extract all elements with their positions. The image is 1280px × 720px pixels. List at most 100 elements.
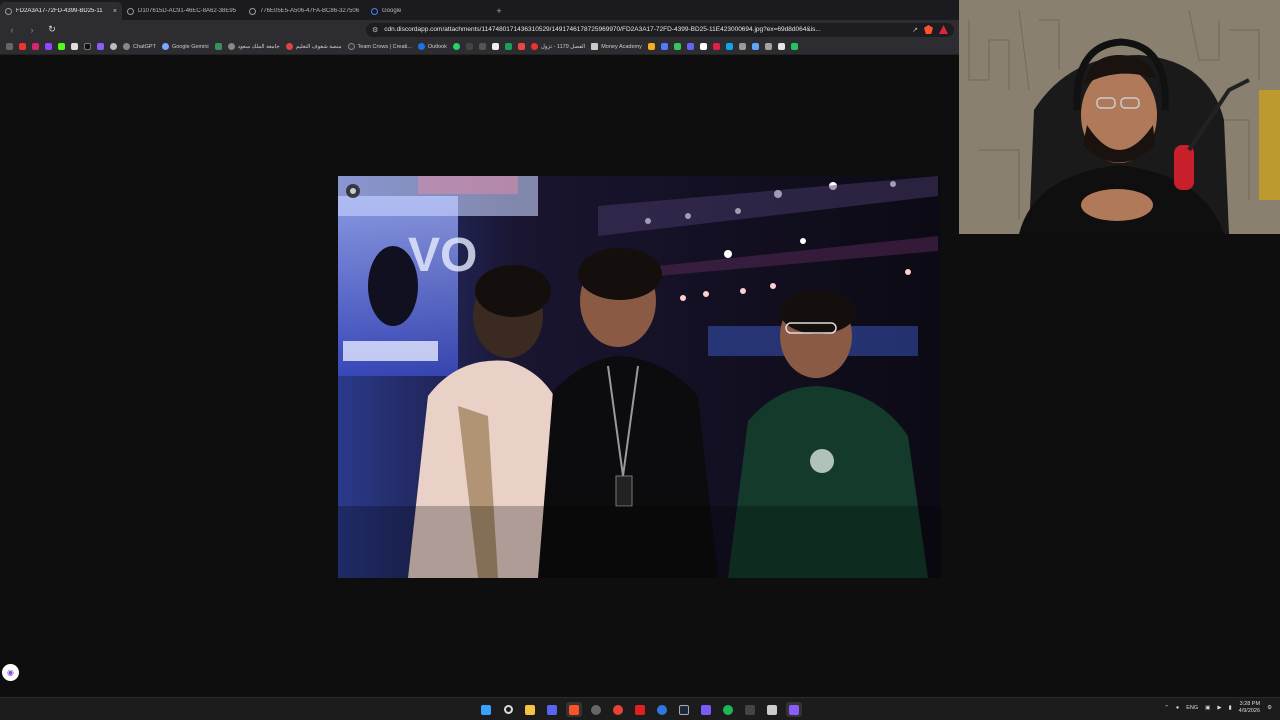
notification-icon[interactable]: ⚙ <box>1267 705 1272 711</box>
apps-grid-icon[interactable] <box>6 43 13 50</box>
brave-rewards-icon[interactable] <box>939 25 948 34</box>
bookmark-icon[interactable] <box>764 43 772 50</box>
instagram-icon[interactable] <box>32 43 39 50</box>
crows-icon <box>347 43 355 50</box>
tab-google[interactable]: Google <box>366 2 488 20</box>
site-info-icon[interactable]: ⚙ <box>372 26 378 34</box>
google-icon <box>371 7 378 15</box>
brave-shields-icon[interactable] <box>924 25 933 34</box>
chevron-up-icon[interactable]: ⌃ <box>1164 705 1169 711</box>
bookmark-outlook[interactable]: Outlook <box>417 43 447 50</box>
volume-icon[interactable]: ▶ <box>1217 705 1221 711</box>
extension-bubble-icon[interactable]: ◉ <box>2 664 19 681</box>
bookmark-icon[interactable] <box>738 43 746 50</box>
tab-title: 776E05E5-A506-47FA-BC86-327506 <box>260 8 360 14</box>
address-bar[interactable]: ⚙ cdn.discordapp.com/attachments/1147480… <box>366 22 954 37</box>
system-tray: ⌃ ● ENG ▣ ▶ ▮ 3:28 PM 4/9/2026 ⚙ <box>1164 701 1272 715</box>
new-tab-button[interactable]: + <box>492 2 506 20</box>
spotify-icon[interactable] <box>720 702 736 717</box>
page-viewport: VO ◉ <box>0 55 960 697</box>
bookmarks-bar: ChatGPT Google Gemini جامعة الملك سعود م… <box>0 39 960 55</box>
viewed-image[interactable]: VO <box>338 176 941 578</box>
bookmark-money-academy[interactable]: Money Academy <box>591 43 642 50</box>
clock-date: 4/9/2026 <box>1238 708 1261 714</box>
start-icon[interactable] <box>478 702 494 717</box>
kick-icon[interactable] <box>58 43 65 50</box>
bookmark-label: Outlook <box>427 43 447 50</box>
bookmark-icon[interactable] <box>97 43 104 50</box>
webcam-overlay <box>959 0 1280 234</box>
bookmark-class[interactable]: الفصل 1179 - تزول <box>530 43 585 50</box>
app-icon[interactable] <box>654 702 670 717</box>
whatsapp-icon[interactable] <box>452 43 460 50</box>
tab-strip: FD2A3A17-72FD-4399-BD25-11 × D107615D-AC… <box>0 0 960 20</box>
app-icon[interactable] <box>698 702 714 717</box>
media-app-icon[interactable] <box>632 702 648 717</box>
network-icon[interactable]: ▣ <box>1205 705 1210 711</box>
clock-time: 3:28 PM <box>1239 701 1261 707</box>
app-icon[interactable] <box>742 702 758 717</box>
github-icon[interactable] <box>110 43 117 50</box>
bookmark-chatgpt[interactable]: ChatGPT <box>123 43 156 50</box>
search-icon[interactable] <box>500 702 516 717</box>
tab-title: Google <box>382 8 402 14</box>
app-icon[interactable] <box>786 702 802 717</box>
globe-icon <box>5 7 12 15</box>
steam-icon[interactable] <box>676 702 692 717</box>
brave-icon[interactable] <box>566 702 582 717</box>
bookmark-icon[interactable] <box>517 43 525 50</box>
file-explorer-icon[interactable] <box>522 702 538 717</box>
bookmark-icon[interactable] <box>478 43 486 50</box>
bookmark-icon[interactable] <box>673 43 681 50</box>
bookmark-icon[interactable] <box>504 43 512 50</box>
folder-icon <box>591 43 599 50</box>
globe-icon <box>127 7 134 15</box>
obs-icon[interactable] <box>588 702 604 717</box>
battery-icon[interactable]: ▮ <box>1229 705 1232 711</box>
bookmark-icon[interactable] <box>491 43 499 50</box>
gemini-icon <box>161 43 169 50</box>
bookmark-ksu[interactable]: جامعة الملك سعود <box>227 43 280 50</box>
tab-title: D107615D-AC91-46EC-8A62-38E95 <box>138 8 237 14</box>
tab-image-1[interactable]: FD2A3A17-72FD-4399-BD25-11 × <box>0 2 122 20</box>
forward-icon[interactable]: › <box>26 24 38 36</box>
url-text[interactable]: cdn.discordapp.com/attachments/114748017… <box>384 26 906 33</box>
bookmark-shaghoof[interactable]: منصة شغوف التعليم <box>285 43 342 50</box>
app-icon[interactable] <box>764 702 780 717</box>
bookmark-icon[interactable] <box>686 43 694 50</box>
bookmark-icon[interactable] <box>725 43 733 50</box>
bookmark-label: ChatGPT <box>133 43 156 50</box>
x-icon[interactable] <box>71 43 78 50</box>
microphone-icon[interactable]: ● <box>1176 705 1179 711</box>
bookmark-icon[interactable] <box>214 43 222 50</box>
bookmark-icon[interactable] <box>699 43 707 50</box>
bookmark-gemini[interactable]: Google Gemini <box>161 43 209 50</box>
event-photo: VO <box>338 176 941 578</box>
language-indicator[interactable]: ENG <box>1186 705 1198 711</box>
tab-image-2[interactable]: D107615D-AC91-46EC-8A62-38E95 <box>122 2 244 20</box>
bookmark-icon[interactable] <box>790 43 798 50</box>
bookmark-icon[interactable] <box>712 43 720 50</box>
tab-image-3[interactable]: 776E05E5-A506-47FA-BC86-327506 <box>244 2 366 20</box>
reload-icon[interactable]: ↻ <box>46 24 58 36</box>
back-icon[interactable]: ‹ <box>6 24 18 36</box>
streamer-camera-feed <box>959 0 1280 234</box>
bookmark-label: Team Crows | Creati... <box>357 43 412 50</box>
discord-icon[interactable] <box>544 702 560 717</box>
bookmark-label: جامعة الملك سعود <box>237 43 280 50</box>
bookmark-label: Money Academy <box>601 43 642 50</box>
tiktok-icon[interactable] <box>84 43 91 50</box>
bookmark-icon[interactable] <box>751 43 759 50</box>
bookmark-icon[interactable] <box>660 43 668 50</box>
clock[interactable]: 3:28 PM 4/9/2026 <box>1239 701 1260 715</box>
bookmark-icon[interactable] <box>777 43 785 50</box>
close-icon[interactable]: × <box>113 8 117 15</box>
bookmark-icon[interactable] <box>465 43 473 50</box>
bookmark-icon[interactable] <box>647 43 655 50</box>
bookmark-team-crows[interactable]: Team Crows | Creati... <box>347 43 412 50</box>
youtube-icon[interactable] <box>19 43 26 50</box>
twitch-icon[interactable] <box>45 43 52 50</box>
share-icon[interactable]: ↗ <box>912 26 918 34</box>
chrome-icon[interactable] <box>610 702 626 717</box>
chatgpt-icon <box>123 43 130 50</box>
